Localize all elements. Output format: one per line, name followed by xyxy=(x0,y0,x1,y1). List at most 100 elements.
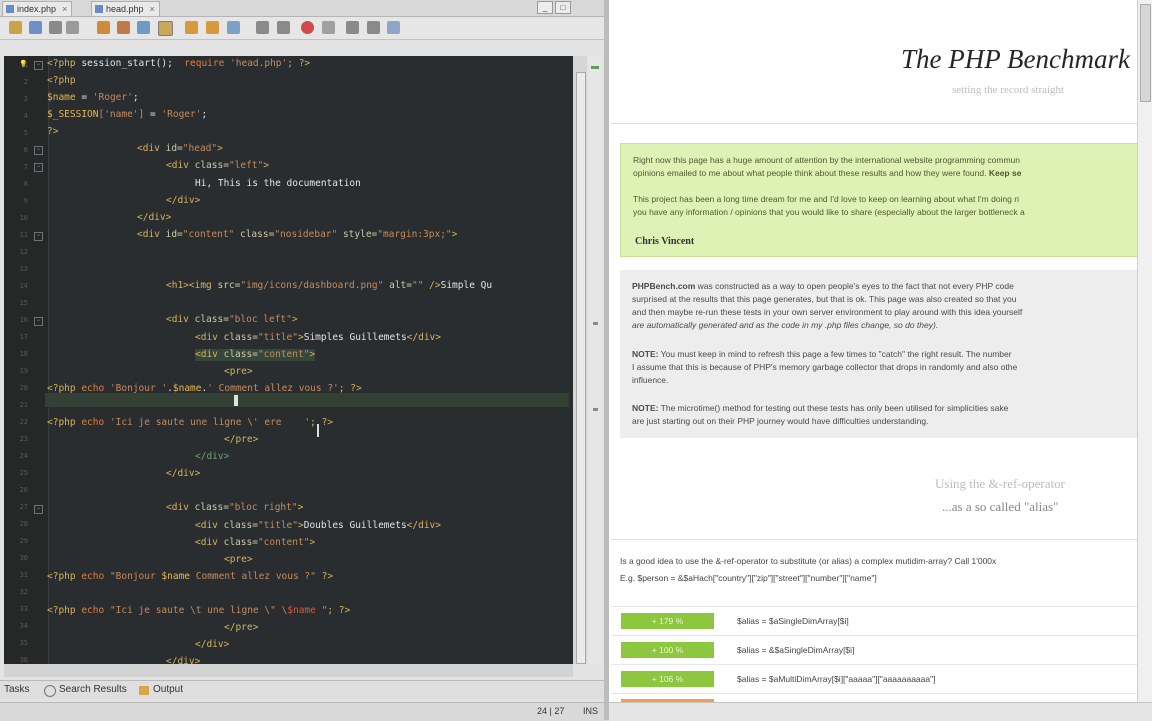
variable: $name xyxy=(287,605,316,616)
string: "Ici je saute \t une ligne \" \ xyxy=(109,605,288,616)
scrollbar-thumb[interactable] xyxy=(1140,4,1151,102)
tab-head-php[interactable]: head.php × xyxy=(91,1,160,16)
new-file-icon[interactable] xyxy=(9,21,22,34)
uncomment-icon[interactable] xyxy=(367,21,380,34)
toggle-bookmark-icon[interactable] xyxy=(158,21,173,36)
output-icon xyxy=(139,686,149,695)
shift-right-icon[interactable] xyxy=(256,21,269,34)
keyword: echo xyxy=(75,417,110,428)
keyword: echo xyxy=(75,571,110,582)
browser-vertical-scrollbar[interactable] xyxy=(1137,0,1152,702)
code-line-34: <?php echo "Ici je saute \t une ligne \"… xyxy=(47,605,350,617)
line-number: 34 xyxy=(19,622,28,630)
save-icon[interactable] xyxy=(49,21,62,34)
html-tag: > xyxy=(291,314,298,325)
tab-output[interactable]: Output xyxy=(153,684,183,695)
line-number: 30 xyxy=(19,554,28,562)
undo-icon[interactable] xyxy=(66,21,79,34)
string: "img/icons/dashboard.png" xyxy=(240,280,384,291)
status-bar: 24 | 27 INS xyxy=(0,702,604,720)
html-tag: </pre> xyxy=(224,622,259,633)
tab-index-php[interactable]: index.php × xyxy=(2,1,73,16)
line-number: 29 xyxy=(19,537,28,545)
fold-toggle-icon[interactable]: − xyxy=(34,317,43,326)
browser-horizontal-scrollbar[interactable] xyxy=(609,702,1152,721)
tab-label: index.php xyxy=(17,4,57,14)
fold-toggle-icon[interactable]: − xyxy=(34,163,43,172)
line-number: 16 xyxy=(19,316,28,324)
prev-bookmark-icon[interactable] xyxy=(185,21,198,34)
result-code: $alias = &$aSingleDimArray[$i] xyxy=(737,645,855,655)
intro-text: Right now this page has a huge amount of… xyxy=(633,155,1020,165)
line-number: 23 xyxy=(19,435,28,443)
intro-text: opinions emailed to me about what people… xyxy=(633,167,1021,179)
fold-toggle-icon[interactable]: − xyxy=(34,61,43,70)
tab-search-results[interactable]: Search Results xyxy=(59,684,127,695)
code-line-1: <?php session_start(); require 'head.php… xyxy=(47,58,310,70)
back-icon[interactable] xyxy=(117,21,130,34)
line-number: 24 xyxy=(19,452,28,460)
about-text: PHPBench.com was constructed as a way to… xyxy=(632,280,1014,292)
attr: id= xyxy=(165,229,183,240)
html-text: Hi, This is the documentation xyxy=(195,178,361,189)
note-text-part: You must keep in mind to refresh this pa… xyxy=(658,349,1012,359)
intro-text-part: opinions emailed to me about what people… xyxy=(633,168,987,178)
php-close-tag: ; ?> xyxy=(327,605,351,616)
find-icon[interactable] xyxy=(97,21,110,34)
row-divider xyxy=(611,606,1137,607)
attr: alt= xyxy=(383,280,412,291)
editor-tab-bar: index.php × head.php × _ □ xyxy=(0,0,604,17)
line-number: 36 xyxy=(19,656,28,664)
html-tag: > xyxy=(263,160,269,171)
line-number: 18 xyxy=(19,350,28,358)
scrollbar-thumb[interactable] xyxy=(576,72,586,664)
row-divider xyxy=(611,635,1137,636)
code-line-11: </div> xyxy=(137,212,171,224)
code-line-26: </div> xyxy=(166,468,200,480)
line-number: 8 xyxy=(23,180,28,188)
tab-tasks[interactable]: Tasks xyxy=(4,684,30,695)
maximize-button[interactable]: □ xyxy=(555,1,571,14)
record-macro-icon[interactable] xyxy=(301,21,314,34)
php-close-tag: ; ?> xyxy=(338,383,362,394)
code-line-21: <?php echo 'Bonjour '.$name.' Comment al… xyxy=(47,383,362,395)
error-stripe-mark[interactable] xyxy=(593,408,598,411)
database-icon[interactable] xyxy=(387,21,400,34)
code-line-31: <pre> xyxy=(224,554,253,566)
html-tag: </div> xyxy=(166,656,201,664)
code-line-23: <?php echo 'Ici je saute une ligne \' er… xyxy=(47,417,333,429)
open-project-icon[interactable] xyxy=(29,21,42,34)
divider xyxy=(611,123,1137,124)
editor-horizontal-scrollbar[interactable] xyxy=(4,664,573,677)
minimize-button[interactable]: _ xyxy=(537,1,553,14)
fold-toggle-icon[interactable]: − xyxy=(34,146,43,155)
forward-icon[interactable] xyxy=(137,21,150,34)
tab-label: head.php xyxy=(106,4,144,14)
fold-toggle-icon[interactable]: − xyxy=(34,232,43,241)
line-number: 27 xyxy=(19,503,28,511)
html-tag: <div xyxy=(195,520,224,531)
row-divider xyxy=(611,693,1137,694)
attr: id= xyxy=(165,143,183,154)
code-text: session_start(); xyxy=(75,58,185,69)
code-line-28: <div class="bloc right"> xyxy=(166,502,303,514)
divider xyxy=(611,539,1137,540)
line-number: 33 xyxy=(19,605,28,613)
error-stripe-mark[interactable] xyxy=(593,322,598,325)
close-icon[interactable]: × xyxy=(150,4,155,14)
stop-macro-icon[interactable] xyxy=(322,21,335,34)
variable: $_SESSION xyxy=(47,109,99,120)
next-bookmark-icon[interactable] xyxy=(206,21,219,34)
shift-left-icon[interactable] xyxy=(227,21,240,34)
fold-toggle-icon[interactable]: − xyxy=(34,505,43,514)
string: "content" xyxy=(257,537,310,548)
code-line-9: Hi, This is the documentation xyxy=(195,178,361,190)
comment-icon[interactable] xyxy=(277,21,290,34)
error-stripe-mark[interactable] xyxy=(591,66,599,69)
close-icon[interactable]: × xyxy=(62,4,67,14)
html-tag: </div> xyxy=(166,468,201,479)
string: "Bonjour xyxy=(109,571,162,582)
line-number: 31 xyxy=(19,571,28,579)
start-macro-icon[interactable] xyxy=(346,21,359,34)
line-number: 28 xyxy=(19,520,28,528)
